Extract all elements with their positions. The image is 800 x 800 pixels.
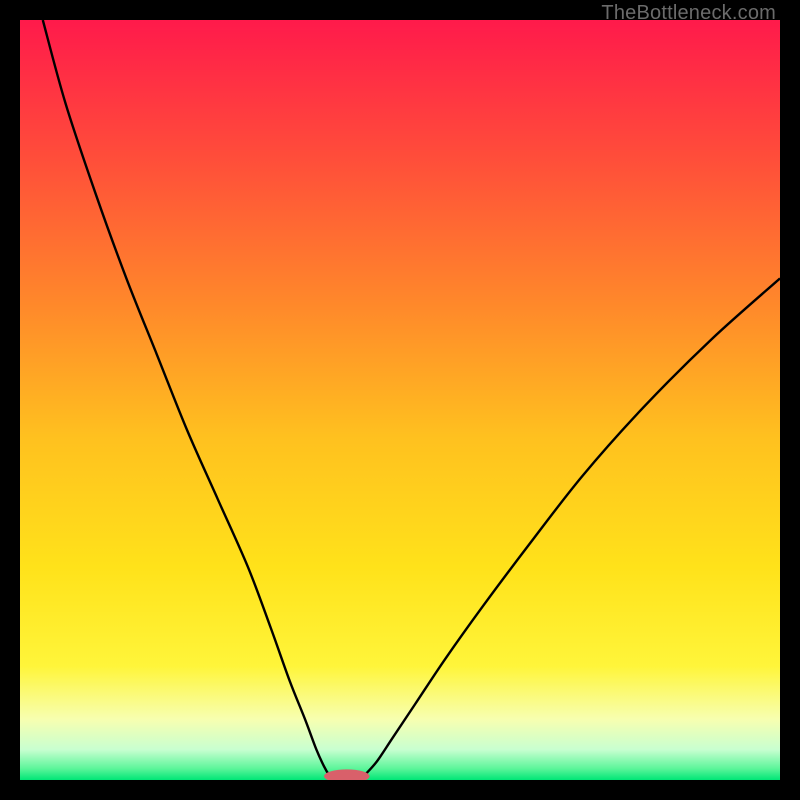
chart-frame <box>20 20 780 780</box>
bottleneck-chart <box>20 20 780 780</box>
chart-background <box>20 20 780 780</box>
